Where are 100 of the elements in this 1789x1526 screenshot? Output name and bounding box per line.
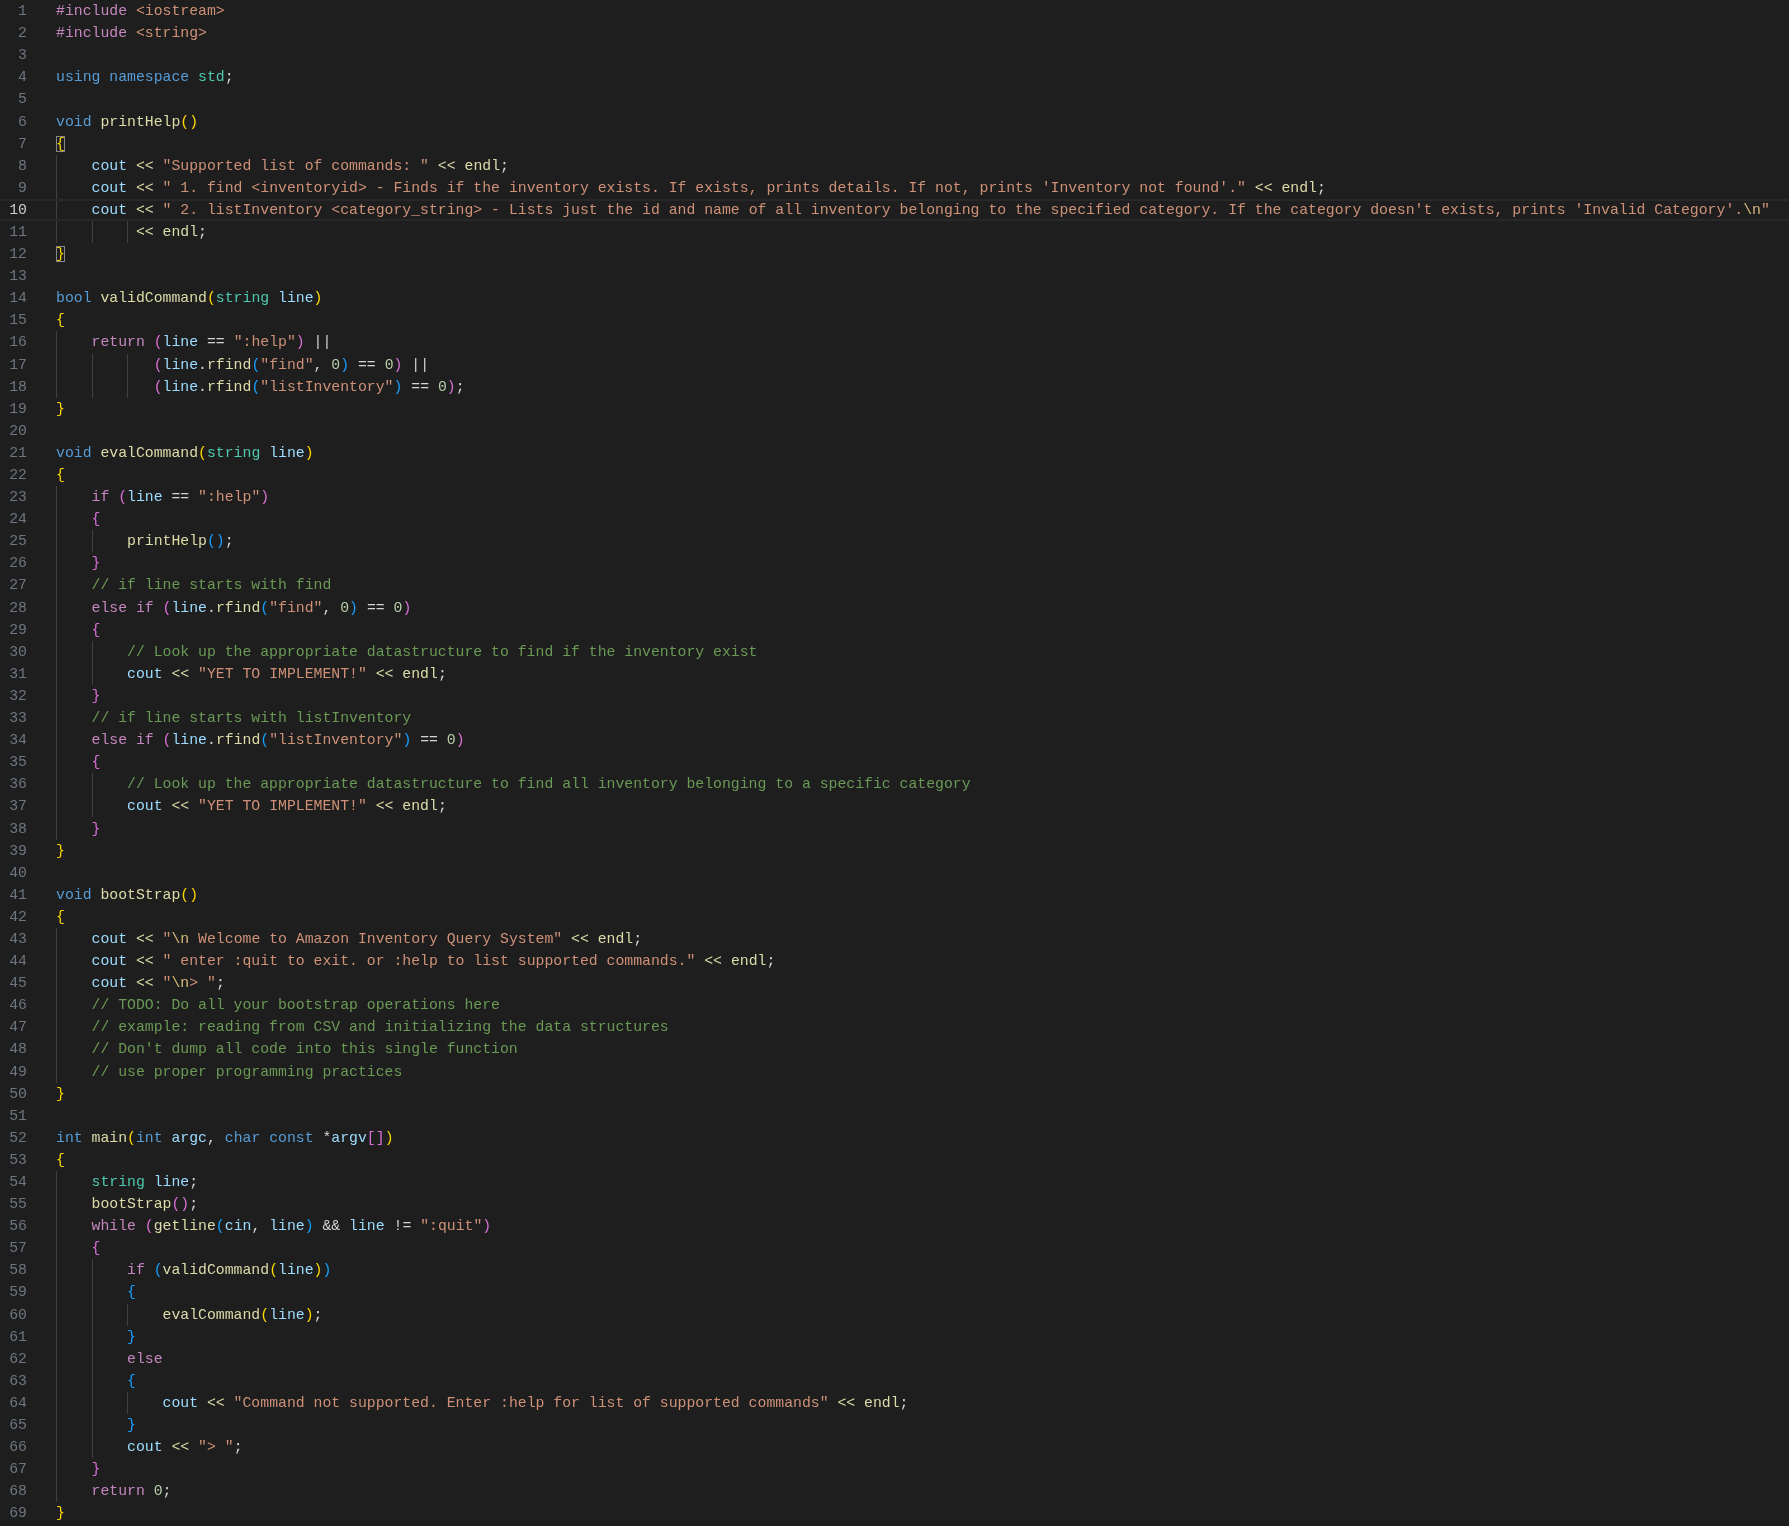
code-line: if (validCommand(line)) [56,1259,332,1282]
code-line: #include <string> [56,24,207,44]
line-number: 51 [8,1107,27,1124]
code-line: int main(int argc, char const *argv[]) [56,1128,394,1148]
line-number: 47 [8,1019,27,1036]
code-line: } [56,684,101,707]
code-line: while (getline(cin, line) && line != ":quit") [56,1215,492,1238]
line-number: 40 [8,864,27,881]
line-number: 55 [8,1196,27,1213]
code-line: cout << "YET TO IMPLEMENT!" << endl; [56,662,447,685]
line-number: 59 [8,1284,27,1301]
code-line: cout << "\n> "; [56,972,225,995]
code-line: return (line == ":help") || [56,331,332,354]
line-number: 42 [8,908,27,925]
code-line: { [56,907,65,927]
line-number: 17 [8,356,27,373]
line-number: 49 [8,1063,27,1080]
line-number: 23 [8,489,27,506]
code-line: } [56,1504,65,1524]
code-line: } [56,841,65,861]
code-line: bool validCommand(string line) [56,289,323,309]
code-line: // TODO: Do all your bootstrap operations here [56,994,500,1017]
line-number: 4 [17,69,27,86]
code-line: cout << "\n Welcome to Amazon Inventory Query System" << endl; [56,927,643,951]
line-number: 43 [8,931,27,947]
line-number: 33 [8,710,27,727]
line-number: 10 [8,201,27,218]
line-number: 20 [8,422,27,439]
line-number: 3 [17,47,27,64]
line-number: 52 [8,1129,27,1146]
code-line: else if (line.rfind("listInventory") == 0) [56,729,465,752]
line-number: 66 [8,1439,27,1456]
line-number: 21 [8,444,27,461]
line-number: 1 [17,3,27,20]
line-number: 18 [8,378,27,395]
code-line: // Look up the appropriate datastructure to find all inventory belonging to a specific category [56,773,971,796]
line-number: 61 [8,1328,27,1345]
code-line: return 0; [56,1480,172,1503]
code-line: { [56,1369,136,1392]
line-number: 30 [8,643,27,660]
code-line: // use proper programming practices [56,1060,403,1083]
line-number: 19 [8,400,27,417]
code-line: { [56,1281,136,1304]
line-number: 38 [8,820,27,837]
code-line: using namespace std; [56,68,234,88]
line-number: 58 [8,1262,27,1279]
code-line: void evalCommand(string line) [56,443,314,463]
code-line: if (line == ":help") [56,486,270,509]
line-number: 11 [8,224,27,240]
line-number: 12 [8,246,27,263]
code-line: } [56,1084,65,1104]
code-line: void bootStrap() [56,885,199,905]
code-line: { [56,134,65,154]
line-number: 14 [8,290,27,307]
code-line: { [56,508,101,531]
line-number: 15 [8,312,27,329]
code-line: bootStrap(); [56,1193,199,1216]
code-line: // if line starts with find [56,574,332,597]
code-line: else [56,1347,163,1370]
line-number: 32 [8,687,27,704]
line-number: 67 [8,1461,27,1478]
line-number: 53 [8,1151,27,1168]
code-line: } [56,1414,136,1437]
line-number: 28 [8,599,27,616]
line-number: 29 [8,621,27,638]
line-number: 45 [8,975,27,992]
code-line: else if (line.rfind("find", 0) == 0) [56,596,412,619]
code-line: } [56,1325,136,1348]
line-number: 65 [8,1417,27,1434]
line-number: 6 [17,113,27,130]
code-line: { [56,1150,65,1170]
code-line: cout << "> "; [56,1436,243,1459]
code-line: evalCommand(line); [56,1303,323,1326]
line-number: 37 [8,798,27,815]
line-number: 13 [8,268,27,285]
line-number: 22 [8,467,27,483]
line-number: 36 [8,776,27,793]
code-line: } [56,399,65,419]
code-line: (line.rfind("find", 0) == 0) || [56,353,430,376]
line-number: 24 [8,511,27,528]
code-line: } [56,817,101,840]
code-line: string line; [56,1170,199,1194]
code-line: void printHelp() [56,112,199,132]
line-number: 62 [8,1350,27,1367]
line-number: 46 [8,997,27,1014]
line-number: 31 [8,665,27,682]
line-number: 56 [8,1218,27,1235]
code-line: printHelp(); [56,530,234,553]
line-number: 27 [8,577,27,594]
line-number: 41 [8,886,27,903]
code-line: { [56,311,65,331]
line-number: 5 [17,91,27,108]
code-line: { [56,618,101,641]
line-number: 64 [8,1394,27,1411]
line-number: 26 [8,555,27,572]
line-number: 57 [8,1240,27,1257]
line-number: 7 [17,135,27,152]
code-line: cout << "Supported list of commands: " << endl; [56,154,509,177]
code-line: // if line starts with listInventory [56,707,412,730]
code-line: } [56,552,101,575]
